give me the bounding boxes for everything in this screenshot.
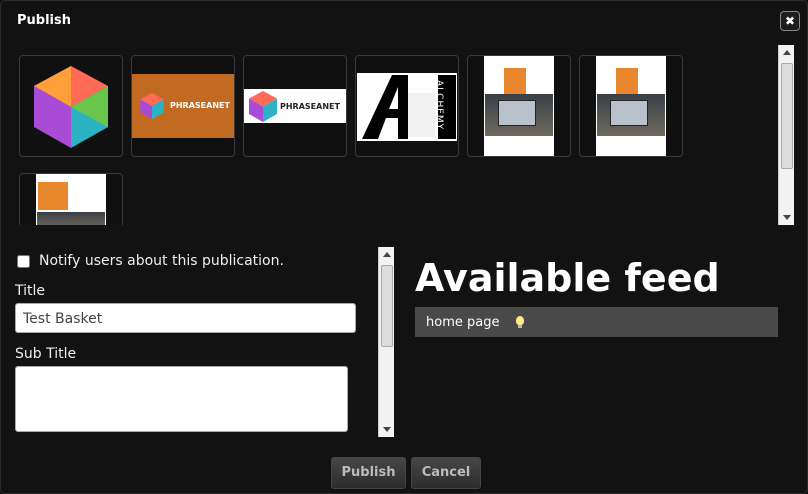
subtitle-input[interactable]: [15, 366, 348, 432]
thumbnail-brochure-2[interactable]: [579, 55, 683, 157]
thumbnail-brochure-1[interactable]: [467, 55, 571, 157]
feed-item-label: home page: [426, 315, 500, 330]
title-input[interactable]: Test Basket: [15, 303, 356, 333]
cube-logo-image: [34, 66, 108, 148]
feed-heading: Available feed: [415, 256, 720, 300]
thumbnail-grid: PHRASEANET PHRASEANET ALCHEMY: [17, 45, 777, 225]
lightbulb-icon: [516, 316, 524, 328]
scrollbar-thumb[interactable]: [381, 265, 393, 347]
brochure-screen: [498, 100, 536, 126]
subtitle-label: Sub Title: [15, 346, 77, 362]
brochure-orange-block: [504, 68, 526, 94]
cube-icon: [140, 93, 164, 119]
scrollbar-thumb[interactable]: [781, 63, 793, 169]
thumbnail-scrollbar[interactable]: [778, 45, 794, 225]
thumbnail-phraseanet-orange[interactable]: PHRASEANET: [131, 55, 235, 157]
brochure-photo: [37, 212, 105, 225]
publish-button[interactable]: Publish: [331, 457, 406, 489]
title-label: Title: [15, 283, 46, 299]
feed-item-home-page[interactable]: home page: [415, 307, 778, 337]
notify-checkbox[interactable]: [17, 254, 30, 268]
brochure-orange-block: [38, 182, 68, 210]
scroll-down-icon[interactable]: [783, 215, 791, 220]
scroll-up-icon[interactable]: [383, 252, 391, 257]
thumbnail-cube-logo[interactable]: [19, 55, 123, 157]
alchemy-text: ALCHEMY: [434, 80, 444, 131]
notify-checkbox-row[interactable]: Notify users about this publication.: [17, 253, 284, 269]
phraseanet-text: PHRASEANET: [280, 102, 340, 111]
scroll-up-icon[interactable]: [783, 50, 791, 55]
brochure-screen: [610, 100, 648, 126]
dialog-title: Publish: [17, 13, 71, 28]
cube-icon: [249, 91, 277, 122]
cancel-button[interactable]: Cancel: [411, 457, 481, 489]
scroll-down-icon[interactable]: [383, 427, 391, 432]
thumbnail-alchemy-logo[interactable]: ALCHEMY: [355, 55, 459, 157]
brochure-orange-block: [616, 68, 638, 94]
notify-label: Notify users about this publication.: [39, 253, 284, 269]
close-icon[interactable]: ✖: [780, 11, 800, 31]
thumbnail-brochure-3[interactable]: [19, 173, 123, 225]
phraseanet-text: PHRASEANET: [170, 101, 230, 110]
form-scrollbar[interactable]: [378, 247, 394, 437]
publish-dialog: Publish ✖ PHRASEANET PHRASEANET ALCHEMY …: [0, 0, 808, 494]
thumbnail-phraseanet-white[interactable]: PHRASEANET: [243, 55, 347, 157]
